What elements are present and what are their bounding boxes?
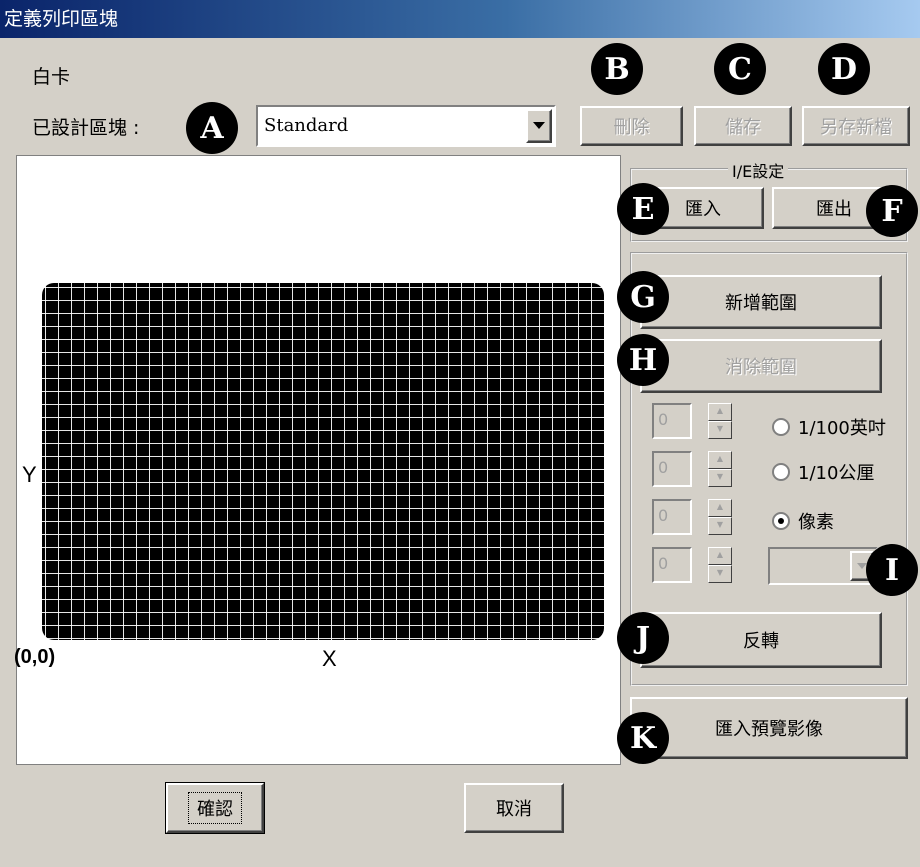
callout-a-badge: A [186,102,238,154]
block-select[interactable]: Standard [256,105,556,147]
invert-button[interactable]: 反轉 [640,612,882,668]
unit-pixel-label: 像素 [798,512,834,533]
position-y-field[interactable]: 0 [652,451,692,487]
disabled-select[interactable] [768,547,878,585]
callout-e-badge: E [617,183,669,235]
ok-button[interactable]: 確認 [165,782,265,834]
unit-radio-mm[interactable] [772,463,790,481]
block-select-value: Standard [264,115,349,136]
radio-selected-dot [778,518,784,524]
y-axis-label: Y [22,462,37,487]
callout-c-badge: C [714,43,766,95]
callout-d-badge: D [818,43,870,95]
callout-f-badge: F [866,185,918,237]
callout-g-badge: G [617,271,669,323]
callout-k-badge: K [617,712,669,764]
height-stepper[interactable]: ▲ ▼ [708,547,732,583]
card-type-label: 白卡 [32,66,71,88]
position-y-stepper[interactable]: ▲ ▼ [708,451,732,487]
callout-j-badge: J [617,612,669,664]
designed-blocks-label: 已設計區塊 : [32,117,140,139]
clear-range-button[interactable]: 消除範圍 [640,339,882,393]
callout-h-badge: H [617,334,669,386]
print-grid[interactable] [42,283,604,640]
ie-settings-title: I/E設定 [728,158,789,182]
height-field[interactable]: 0 [652,547,692,583]
window-title: 定義列印區塊 [4,8,119,30]
unit-radio-pixel[interactable] [772,512,790,530]
chevron-down-icon[interactable] [526,109,552,143]
position-x-field[interactable]: 0 [652,403,692,439]
width-stepper[interactable]: ▲ ▼ [708,499,732,535]
unit-radio-inch[interactable] [772,418,790,436]
callout-b-badge: B [591,43,643,95]
cancel-button[interactable]: 取消 [464,783,564,833]
position-x-stepper[interactable]: ▲ ▼ [708,403,732,439]
title-bar: 定義列印區塊 [0,0,920,38]
unit-mm-label: 1/10公厘 [798,463,875,484]
save-button[interactable]: 儲存 [694,106,792,146]
delete-button[interactable]: 刪除 [580,106,683,146]
import-preview-image-button[interactable]: 匯入預覽影像 [630,697,908,759]
save-as-button[interactable]: 另存新檔 [802,106,910,146]
callout-i-badge: I [866,544,918,596]
add-range-button[interactable]: 新增範圍 [640,275,882,329]
unit-inch-label: 1/100英吋 [798,418,886,439]
width-field[interactable]: 0 [652,499,692,535]
x-axis-label: X [322,646,337,671]
origin-label: (0,0) [14,646,56,668]
